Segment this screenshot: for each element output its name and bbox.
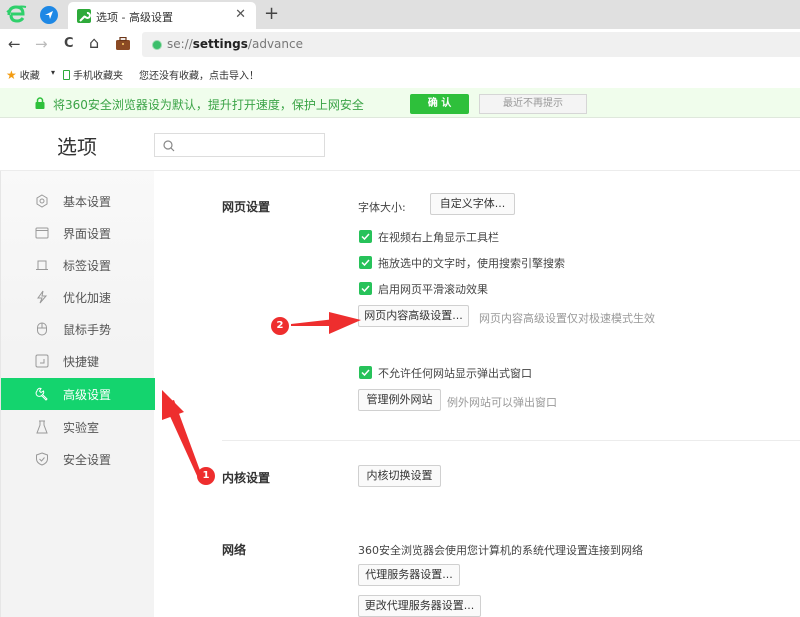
smooth-scroll-checkbox[interactable] (359, 282, 372, 295)
dismiss-notice-button[interactable]: 最近不再提示 (479, 94, 587, 114)
back-button[interactable]: ← (8, 35, 21, 53)
wrench-favicon-icon (77, 9, 91, 23)
flask-icon (36, 420, 48, 434)
favorites-button[interactable]: ★ 收藏 (6, 67, 40, 82)
sidebar-item-security[interactable]: 安全设置 (1, 443, 155, 475)
wrench-icon (35, 387, 48, 401)
advanced-content-hint: 网页内容高级设置仅对极速模式生效 (479, 312, 655, 325)
manage-exceptions-hint: 例外网站可以弹出窗口 (447, 396, 557, 409)
settings-search-input[interactable] (154, 133, 325, 157)
import-bookmarks-link[interactable]: 您还没有收藏，点击导入！ (139, 67, 259, 82)
window-icon (35, 227, 49, 239)
star-icon: ★ (6, 68, 17, 82)
sidebar-item-advanced[interactable]: 高级设置 (1, 378, 155, 410)
keyboard-icon (35, 354, 49, 368)
sidebar-item-mouse-gestures[interactable]: 鼠标手势 (1, 313, 155, 345)
check-icon (361, 233, 370, 240)
pinned-tab-send-icon[interactable] (40, 6, 58, 24)
page-title: 选项 (57, 135, 97, 159)
drag-search-label: 拖放选中的文字时，使用搜索引擎搜索 (378, 257, 565, 270)
sidebar-item-shortcuts[interactable]: 快捷键 (1, 345, 155, 377)
annotation-arrow-2 (291, 312, 361, 334)
section-title-kernel: 内核设置 (222, 471, 271, 485)
mobile-favorites-button[interactable]: 手机收藏夹 (63, 67, 123, 82)
check-icon (361, 285, 370, 292)
address-bar[interactable]: se://settings/advance (142, 32, 800, 57)
default-browser-notice: 将360安全浏览器设为默认，提升打开速度，保护上网安全 确 认 最近不再提示 (0, 88, 800, 118)
tab-close-icon[interactable]: ✕ (235, 7, 246, 22)
tab-icon (36, 260, 48, 270)
video-toolbar-label: 在视频右上角显示工具栏 (378, 231, 499, 244)
section-title-webpage: 网页设置 (222, 200, 271, 214)
settings-sidebar: 基本设置 界面设置 标签设置 优化加速 鼠标手势 快捷键 高级设置 实验室 安全… (0, 171, 155, 617)
video-toolbar-checkbox[interactable] (359, 230, 372, 243)
proxy-settings-button[interactable]: 代理服务器设置... (358, 564, 460, 586)
tab-title: 选项 - 高级设置 (96, 11, 173, 24)
sidebar-item-lab[interactable]: 实验室 (1, 411, 155, 443)
font-size-label: 字体大小: (358, 201, 406, 214)
section-divider (222, 440, 800, 441)
bookmarks-bar: ★ 收藏 ▾ 手机收藏夹 您还没有收藏，点击导入！ (0, 59, 800, 87)
mouse-icon (37, 322, 47, 336)
browser-logo-icon[interactable] (5, 3, 27, 25)
reload-button[interactable]: C (64, 36, 74, 51)
forward-button[interactable]: → (35, 35, 48, 53)
gear-icon (36, 194, 48, 208)
advanced-content-settings-button[interactable]: 网页内容高级设置... (358, 305, 469, 327)
home-button[interactable]: ⌂ (89, 33, 99, 52)
drag-search-checkbox[interactable] (359, 256, 372, 269)
smooth-scroll-label: 启用网页平滑滚动效果 (378, 283, 488, 296)
network-description: 360安全浏览器会使用您计算机的系统代理设置连接到网络 (358, 544, 643, 557)
shield-icon (36, 452, 48, 466)
sidebar-item-tabs[interactable]: 标签设置 (1, 249, 155, 281)
tab-strip: 选项 - 高级设置 ✕ + (0, 0, 800, 30)
secure-icon (152, 40, 162, 50)
url-text: se://settings/advance (167, 37, 303, 51)
change-proxy-settings-button[interactable]: 更改代理服务器设置... (358, 595, 481, 617)
kernel-switch-button[interactable]: 内核切换设置 (358, 465, 441, 487)
lock-icon (35, 97, 45, 109)
notice-text: 将360安全浏览器设为默认，提升打开速度，保护上网安全 (53, 98, 364, 112)
lightning-icon (37, 290, 48, 304)
phone-icon (63, 70, 70, 80)
block-popups-checkbox[interactable] (359, 366, 372, 379)
briefcase-icon[interactable] (115, 37, 131, 51)
manage-exceptions-button[interactable]: 管理例外网站 (358, 389, 441, 411)
sidebar-item-interface[interactable]: 界面设置 (1, 217, 155, 249)
check-icon (361, 369, 370, 376)
tab-settings-advanced[interactable]: 选项 - 高级设置 ✕ (68, 2, 256, 30)
annotation-badge-2: 2 (271, 317, 289, 335)
check-icon (361, 259, 370, 266)
sidebar-item-basic[interactable]: 基本设置 (1, 185, 155, 217)
search-icon (163, 140, 175, 152)
navigation-bar: ← → C ⌂ se://settings/advance (0, 30, 800, 59)
annotation-badge-1: 1 (197, 467, 215, 485)
custom-font-button[interactable]: 自定义字体... (430, 193, 515, 215)
section-title-network: 网络 (222, 543, 247, 557)
new-tab-button[interactable]: + (264, 3, 279, 24)
block-popups-label: 不允许任何网站显示弹出式窗口 (378, 367, 532, 380)
favorites-dropdown-icon[interactable]: ▾ (51, 68, 55, 77)
confirm-default-button[interactable]: 确 认 (410, 94, 469, 114)
sidebar-item-optimize[interactable]: 优化加速 (1, 281, 155, 313)
